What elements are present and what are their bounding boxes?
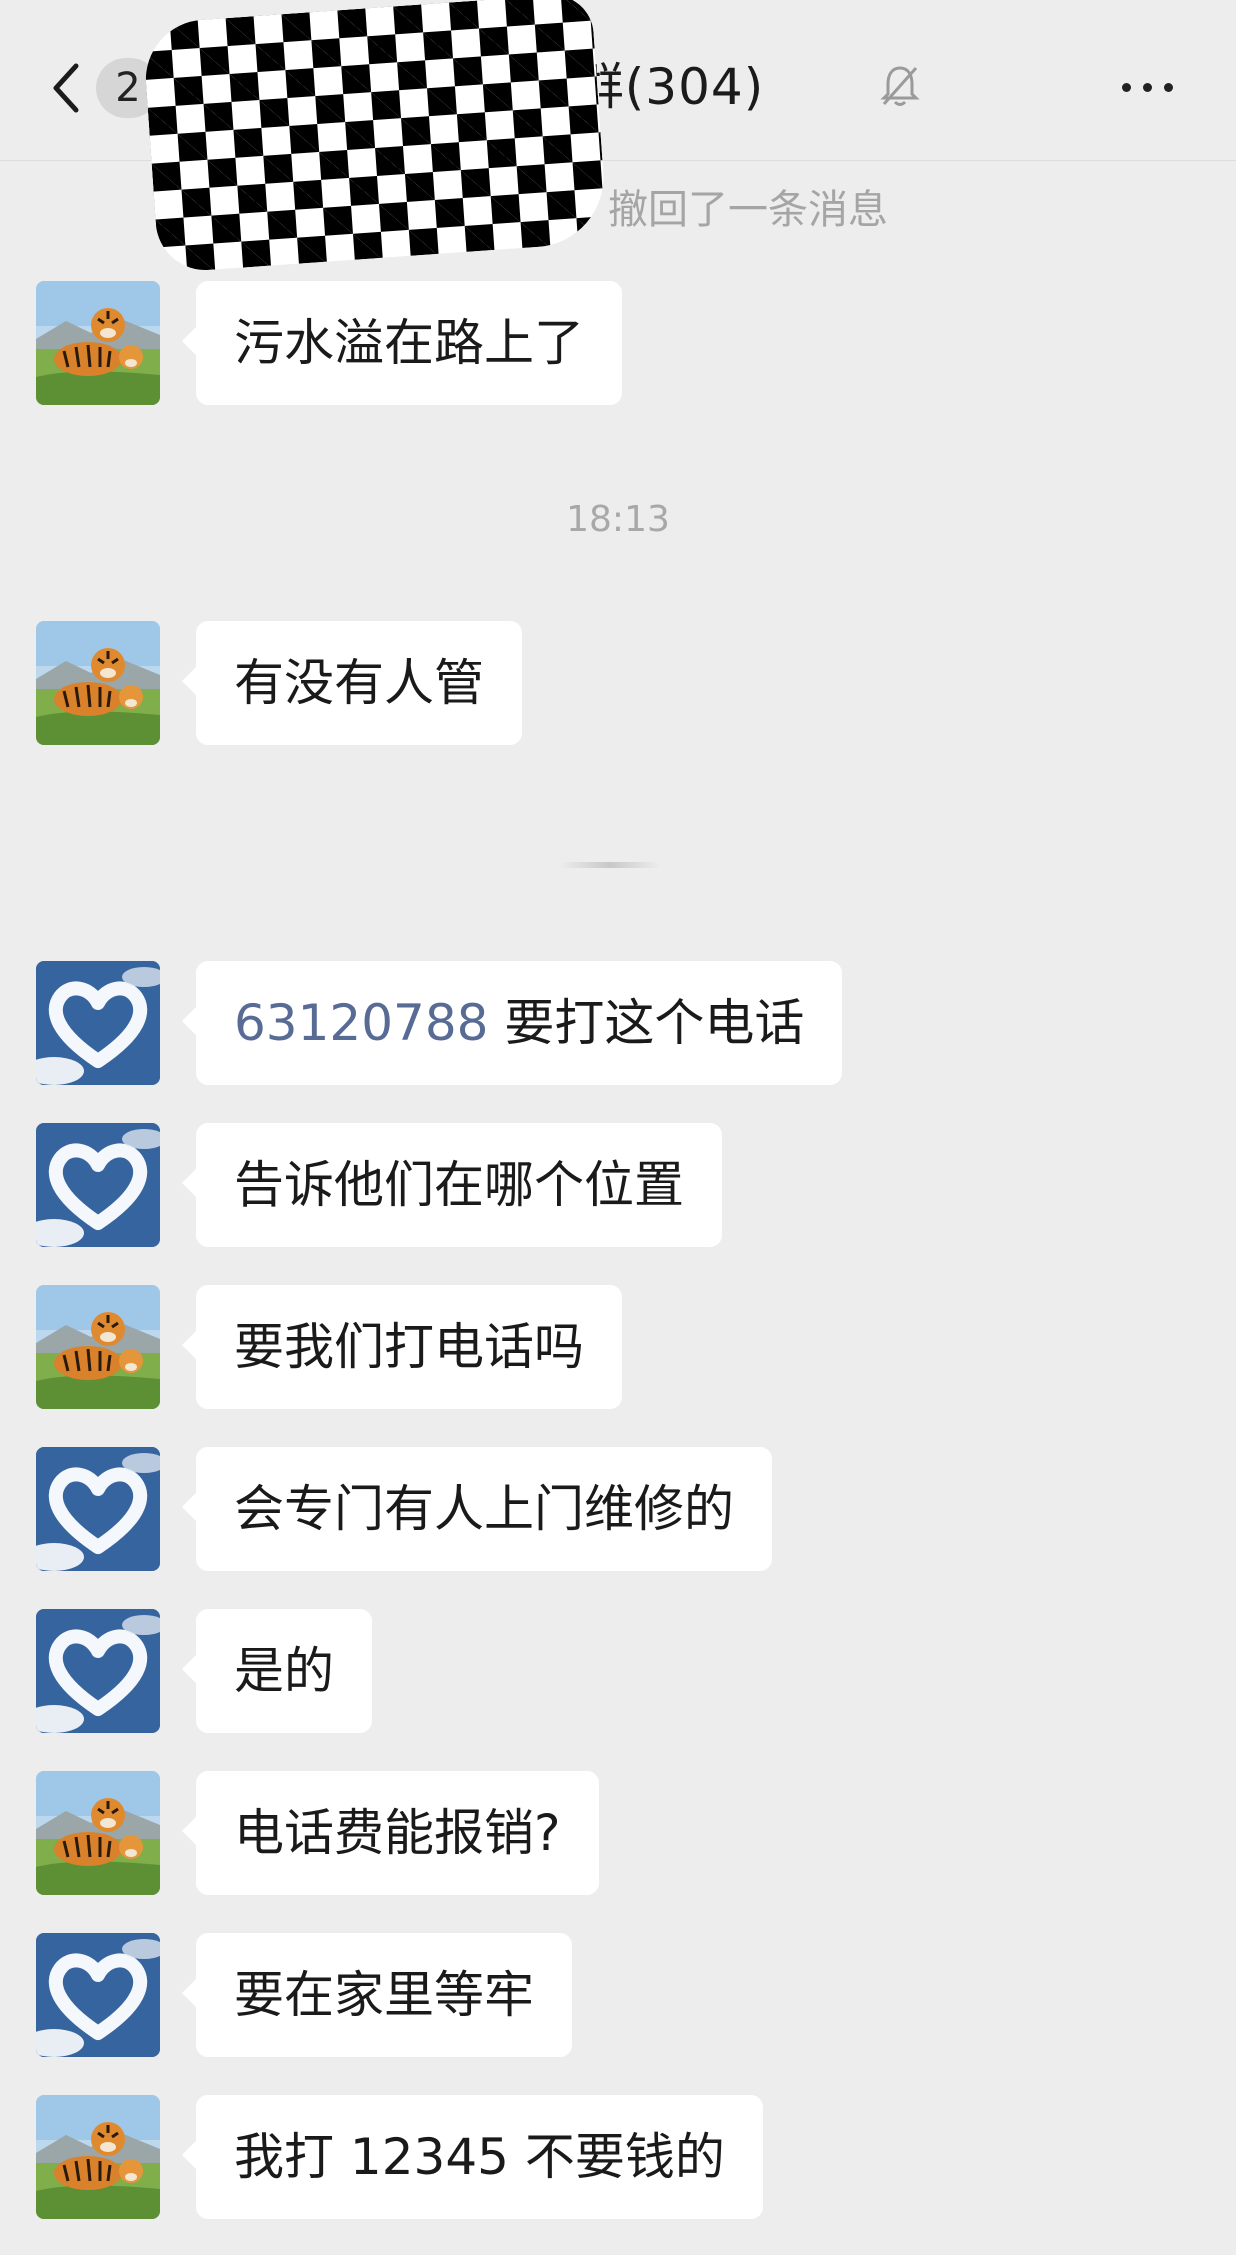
heart-cloud-avatar[interactable] [36, 1609, 160, 1733]
faint-timestamp [560, 862, 660, 868]
message-bubble[interactable]: 告诉他们在哪个位置 [182, 1123, 722, 1247]
message-bubble[interactable]: 有没有人管 [182, 621, 522, 745]
message-bubble[interactable]: 要我们打电话吗 [182, 1285, 622, 1409]
tiger-avatar[interactable] [36, 621, 160, 745]
message-bubble[interactable]: 是的 [182, 1609, 372, 1733]
message-bubble[interactable]: 电话费能报销? [182, 1771, 599, 1895]
message-bubble[interactable]: 会专门有人上门维修的 [182, 1447, 772, 1571]
message-text: 要打这个电话 [488, 994, 805, 1052]
mute-bell-icon [880, 64, 920, 108]
phone-number-link[interactable]: 63120788 [234, 994, 489, 1052]
message-bubble[interactable]: 63120788 要打这个电话 [181, 961, 843, 1085]
message-bubble[interactable]: 要在家里等牢 [182, 1933, 572, 2057]
tiger-avatar[interactable] [36, 1285, 160, 1409]
tiger-avatar[interactable] [36, 1771, 160, 1895]
more-options-button[interactable] [1118, 72, 1178, 102]
redaction-pattern [141, 0, 609, 274]
tiger-avatar[interactable] [36, 2095, 160, 2219]
timestamp: 18:13 [566, 499, 670, 540]
heart-cloud-avatar[interactable] [36, 1447, 160, 1571]
heart-cloud-avatar[interactable] [36, 961, 160, 1085]
heart-cloud-avatar[interactable] [36, 1123, 160, 1247]
heart-cloud-avatar[interactable] [36, 1933, 160, 2057]
message-bubble[interactable]: 我打 12345 不要钱的 [182, 2095, 763, 2219]
tiger-avatar[interactable] [36, 281, 160, 405]
message-bubble[interactable]: 污水溢在路上了 [182, 281, 622, 405]
